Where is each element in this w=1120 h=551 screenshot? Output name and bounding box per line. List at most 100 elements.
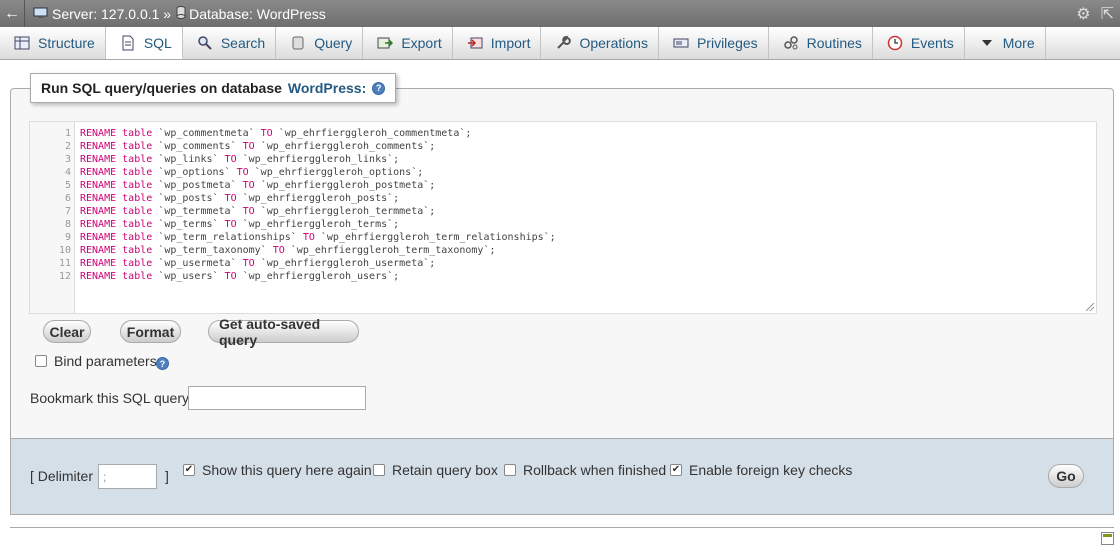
back-arrow-icon[interactable]: ← — [0, 0, 25, 27]
code-text: RENAME table `wp_term_relationships` TO … — [80, 231, 556, 244]
code-line: 8 RENAME table `wp_terms` TO `wp_ehrfierg… — [30, 218, 1090, 231]
rollback-when-finished-checkbox[interactable] — [504, 464, 516, 476]
sql-identifier: `wp_users` — [158, 271, 219, 282]
foreign-key-checks-checkbox[interactable]: ✔ — [670, 464, 682, 476]
query-icon — [290, 35, 306, 51]
code-text: RENAME table `wp_options` TO `wp_ehrfier… — [80, 166, 423, 179]
collapse-icon[interactable]: ⇱ — [1101, 4, 1114, 24]
go-button[interactable]: Go — [1048, 464, 1084, 488]
code-text: RENAME table `wp_links` TO `wp_ehrfiergg… — [80, 153, 399, 166]
delimiter-close-bracket: ] — [165, 468, 169, 484]
tab-more[interactable]: More — [965, 27, 1046, 59]
bookmark-input[interactable] — [188, 386, 366, 410]
sql-keyword: RENAME — [80, 141, 117, 152]
tab-label: Import — [490, 35, 531, 51]
get-auto-saved-query-button[interactable]: Get auto-saved query — [208, 316, 359, 348]
code-line: 6 RENAME table `wp_posts` TO `wp_ehrfierg… — [30, 192, 1090, 205]
breadcrumb-database[interactable]: Database: WordPress — [189, 6, 326, 22]
code-text: RENAME table `wp_terms` TO `wp_ehrfiergg… — [80, 218, 399, 231]
bind-parameters-label[interactable]: Bind parameters — [54, 353, 157, 369]
code-line: 9 RENAME table `wp_term_relationships` TO… — [30, 231, 1090, 244]
code-line: 5 RENAME table `wp_postmeta` TO `wp_ehrfi… — [30, 179, 1090, 192]
sql-identifier: `wp_comments` — [158, 141, 237, 152]
show-query-again-checkbox[interactable]: ✔ — [183, 464, 195, 476]
tab-label: Export — [401, 35, 442, 51]
breadcrumb-server[interactable]: Server: 127.0.0.1 » — [52, 6, 171, 22]
sql-keyword: TO — [272, 245, 285, 256]
sql-keyword: TO — [236, 167, 249, 178]
tab-sql[interactable]: SQL — [105, 27, 183, 59]
sql-keyword: table — [122, 141, 153, 152]
tab-label: Query — [314, 35, 353, 51]
clear-button[interactable]: Clear — [43, 320, 91, 343]
structure-icon — [14, 35, 30, 51]
retain-query-box-checkbox[interactable] — [373, 464, 385, 476]
console-toggle-icon[interactable] — [1101, 532, 1114, 545]
sql-keyword: table — [122, 271, 153, 282]
sql-keyword: TO — [302, 232, 315, 243]
tab-structure[interactable]: Structure — [0, 27, 106, 59]
sql-keyword: table — [122, 193, 153, 204]
sql-identifier: `wp_postmeta` — [158, 180, 237, 191]
sql-keyword: TO — [242, 180, 255, 191]
delimiter-input[interactable]: ; — [98, 464, 157, 489]
sql-keyword: table — [122, 245, 153, 256]
sql-keyword: TO — [260, 128, 273, 139]
sql-icon — [120, 35, 136, 51]
code-line: 1 RENAME table `wp_commentmeta` TO `wp_eh… — [30, 127, 1090, 140]
legend-text: Run SQL query/queries on database — [41, 80, 282, 96]
tab-events[interactable]: Events — [873, 27, 965, 59]
divider — [10, 527, 1114, 528]
sql-keyword: RENAME — [80, 206, 117, 217]
bind-parameters-help-icon[interactable]: ? — [156, 357, 169, 370]
sql-keyword: table — [122, 180, 153, 191]
delimiter-label: [ Delimiter — [30, 468, 94, 484]
tab-export[interactable]: Export — [363, 27, 453, 59]
format-button[interactable]: Format — [120, 320, 181, 343]
sql-keyword: table — [122, 232, 153, 243]
line-number: 3 — [64, 154, 71, 165]
sql-identifier: `wp_options` — [158, 167, 231, 178]
rollback-when-finished-label[interactable]: Rollback when finished — [523, 462, 666, 478]
sql-keyword: RENAME — [80, 180, 117, 191]
tab-import[interactable]: Import — [453, 27, 542, 59]
sql-identifier: `wp_ehrfierggleroh_termmeta`; — [260, 206, 436, 217]
code-text: RENAME table `wp_postmeta` TO `wp_ehrfie… — [80, 179, 435, 192]
show-query-again-label[interactable]: Show this query here again — [202, 462, 372, 478]
tab-privileges[interactable]: Privileges — [659, 27, 769, 59]
legend-database-link[interactable]: WordPress: — [288, 80, 366, 96]
code-text: RENAME table `wp_term_taxonomy` TO `wp_e… — [80, 244, 495, 257]
sql-keyword: RENAME — [80, 167, 117, 178]
sql-keyword: TO — [224, 193, 237, 204]
sql-keyword: TO — [242, 141, 255, 152]
server-icon — [33, 6, 49, 22]
title-bar: ← Server: 127.0.0.1 » Database: WordPres… — [0, 0, 1120, 27]
tab-operations[interactable]: Operations — [541, 27, 659, 59]
help-icon[interactable]: ? — [372, 81, 386, 95]
tab-routines[interactable]: Routines — [769, 27, 873, 59]
tab-search[interactable]: Search — [183, 27, 277, 59]
sql-keyword: TO — [242, 258, 255, 269]
sql-keyword: RENAME — [80, 245, 117, 256]
sql-identifier: `wp_usermeta` — [158, 258, 237, 269]
sql-identifier: `wp_ehrfierggleroh_users`; — [242, 271, 400, 282]
sql-keyword: TO — [224, 219, 237, 230]
bind-parameters-checkbox[interactable] — [35, 355, 47, 367]
chevron-down-icon — [979, 35, 995, 51]
sql-keyword: table — [122, 219, 153, 230]
sql-identifier: `wp_terms` — [158, 219, 219, 230]
sql-editor[interactable]: 1 RENAME table `wp_commentmeta` TO `wp_eh… — [29, 121, 1097, 314]
line-number: 4 — [64, 167, 71, 178]
line-number: 10 — [58, 245, 71, 256]
wrench-icon — [555, 35, 572, 51]
sql-keyword: table — [122, 167, 153, 178]
resize-handle-icon[interactable] — [1086, 303, 1094, 311]
code-line: 10 RENAME table `wp_term_taxonomy` TO `wp… — [30, 244, 1090, 257]
database-icon — [176, 5, 186, 22]
gear-icon[interactable]: ⚙ — [1076, 4, 1090, 24]
retain-query-box-label[interactable]: Retain query box — [392, 462, 498, 478]
search-icon — [197, 35, 213, 51]
foreign-key-checks-label[interactable]: Enable foreign key checks — [689, 462, 852, 478]
tab-label: SQL — [143, 34, 172, 51]
tab-query[interactable]: Query — [276, 27, 364, 59]
